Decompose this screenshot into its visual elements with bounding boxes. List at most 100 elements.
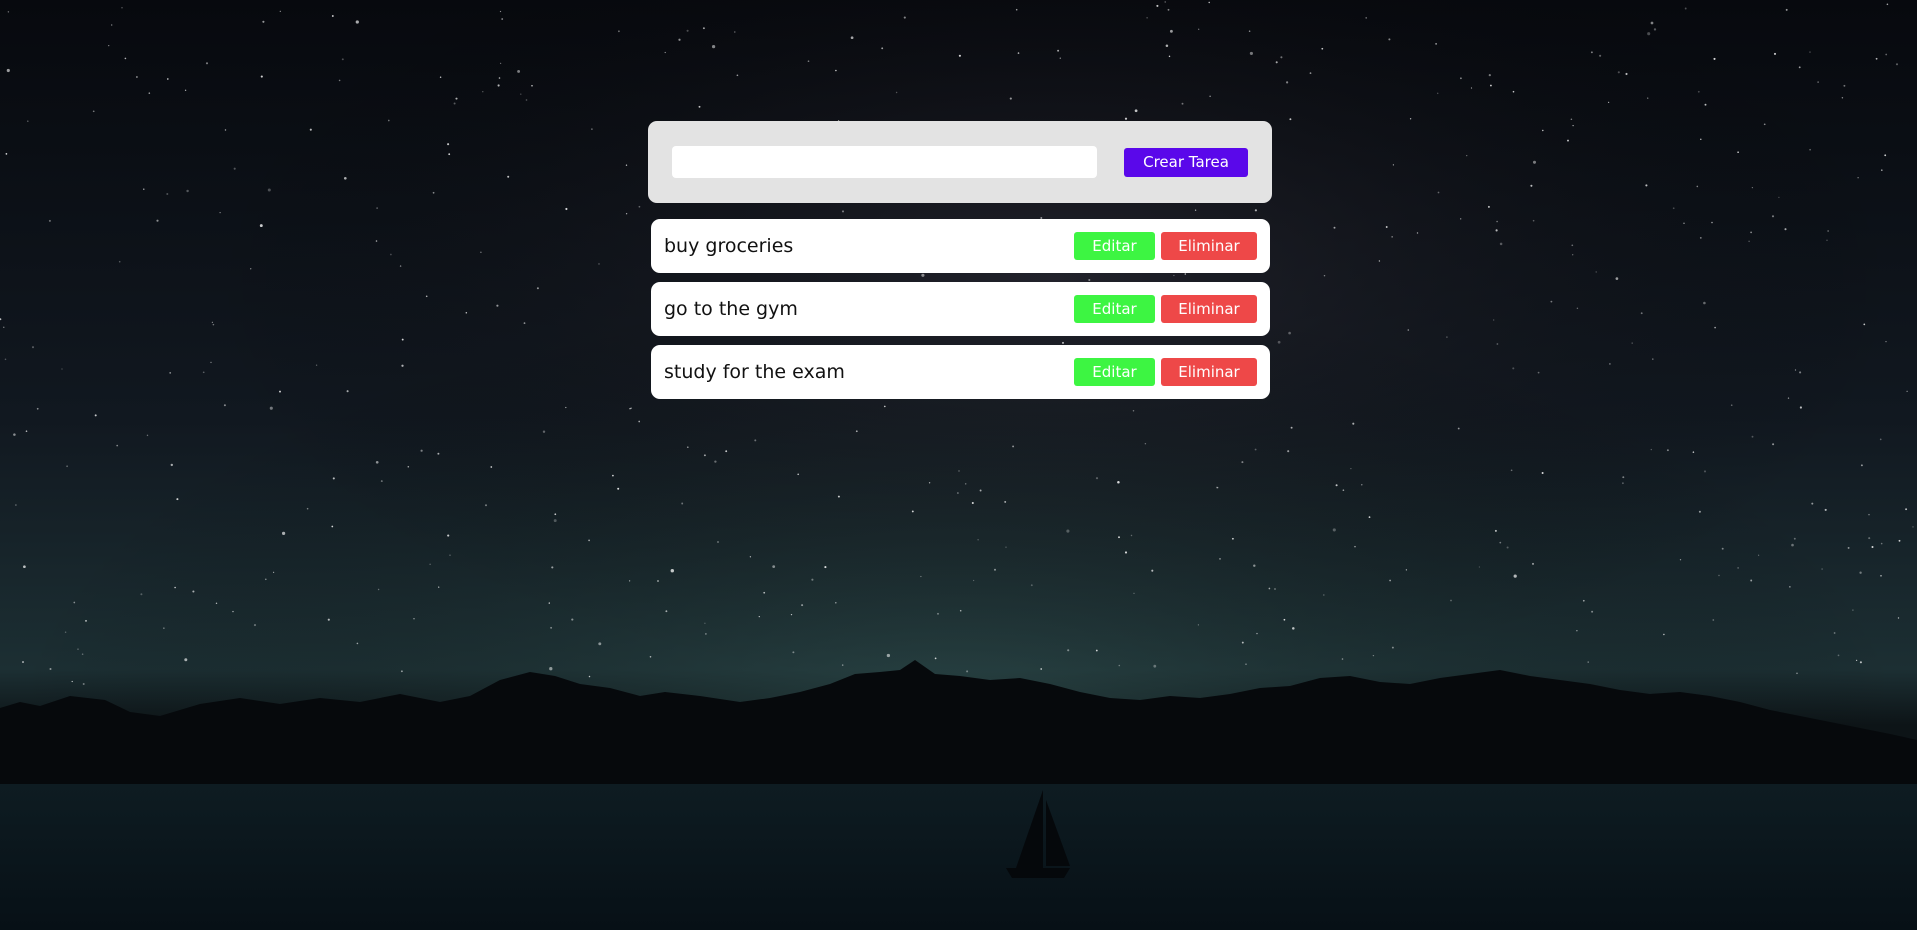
- star: [166, 193, 169, 195]
- create-task-button[interactable]: Crear Tarea: [1124, 147, 1248, 177]
- star: [306, 507, 309, 510]
- star: [1650, 448, 1652, 451]
- star: [1897, 617, 1900, 619]
- star: [1216, 486, 1218, 489]
- star: [108, 44, 110, 47]
- star: [449, 554, 451, 557]
- star: [966, 670, 969, 673]
- star: [1615, 277, 1619, 280]
- star: [498, 77, 501, 79]
- star: [1372, 654, 1375, 657]
- star: [1640, 312, 1643, 315]
- star: [1847, 546, 1850, 549]
- star: [835, 601, 837, 604]
- star: [1885, 53, 1888, 56]
- star: [523, 322, 526, 324]
- delete-button[interactable]: Eliminar: [1161, 358, 1257, 386]
- star: [1209, 95, 1211, 97]
- star: [1133, 592, 1135, 594]
- star: [686, 446, 689, 449]
- star: [1009, 97, 1012, 100]
- star: [64, 631, 67, 634]
- star: [186, 189, 189, 193]
- star: [797, 473, 800, 476]
- star: [1332, 528, 1336, 532]
- star: [1167, 8, 1170, 11]
- task-item: go to the gym Editar Eliminar: [651, 282, 1270, 336]
- star: [1537, 371, 1540, 374]
- star: [801, 604, 804, 607]
- star: [7, 11, 10, 13]
- edit-button[interactable]: Editar: [1074, 295, 1155, 323]
- star: [1457, 427, 1460, 430]
- star: [704, 622, 706, 625]
- task-input[interactable]: [672, 146, 1097, 178]
- star: [1884, 154, 1887, 157]
- edit-button[interactable]: Editar: [1074, 358, 1155, 386]
- star: [413, 618, 415, 620]
- star: [1721, 547, 1724, 550]
- star: [1912, 526, 1914, 528]
- star: [1622, 482, 1624, 485]
- star: [1335, 484, 1338, 487]
- star: [259, 224, 263, 228]
- star: [1698, 510, 1701, 513]
- star: [1837, 654, 1840, 657]
- star: [85, 620, 87, 622]
- star: [792, 651, 795, 654]
- star: [1647, 97, 1649, 99]
- star: [81, 653, 84, 655]
- star: [156, 219, 159, 222]
- star: [1118, 536, 1120, 539]
- star: [1653, 28, 1657, 31]
- star: [315, 364, 318, 366]
- star: [758, 615, 760, 618]
- star: [497, 84, 500, 87]
- star: [341, 58, 344, 61]
- star: [332, 477, 335, 480]
- star: [124, 57, 127, 60]
- star: [501, 18, 504, 20]
- star: [205, 62, 209, 65]
- star: [1488, 74, 1491, 77]
- star: [1352, 422, 1355, 425]
- star: [1181, 102, 1184, 105]
- star: [1751, 435, 1754, 438]
- delete-button[interactable]: Eliminar: [1161, 232, 1257, 260]
- star: [453, 102, 456, 105]
- star: [1286, 81, 1289, 84]
- star: [1748, 240, 1750, 243]
- star: [1495, 229, 1498, 232]
- star: [972, 579, 975, 582]
- star: [1283, 618, 1286, 621]
- edit-button[interactable]: Editar: [1074, 232, 1155, 260]
- star: [1460, 218, 1462, 220]
- star: [1095, 477, 1099, 480]
- star: [1650, 21, 1654, 25]
- star: [1496, 220, 1498, 223]
- star: [262, 20, 265, 23]
- star: [1164, 1, 1166, 3]
- star: [1906, 390, 1908, 392]
- star: [1512, 367, 1515, 370]
- star: [387, 119, 390, 122]
- star: [1576, 630, 1578, 632]
- task-text: study for the exam: [664, 361, 845, 383]
- star: [1841, 97, 1844, 99]
- delete-button[interactable]: Eliminar: [1161, 295, 1257, 323]
- star: [401, 364, 404, 367]
- star: [1886, 3, 1889, 6]
- star: [1587, 661, 1589, 663]
- star: [1117, 480, 1120, 484]
- star: [1898, 539, 1901, 542]
- star: [881, 47, 884, 50]
- star: [346, 390, 349, 393]
- star: [1718, 574, 1720, 577]
- star: [1446, 336, 1448, 338]
- star: [1512, 90, 1515, 93]
- star: [73, 601, 76, 604]
- star: [1571, 244, 1574, 247]
- star: [1885, 340, 1887, 343]
- star: [1392, 164, 1395, 166]
- star: [1572, 124, 1574, 127]
